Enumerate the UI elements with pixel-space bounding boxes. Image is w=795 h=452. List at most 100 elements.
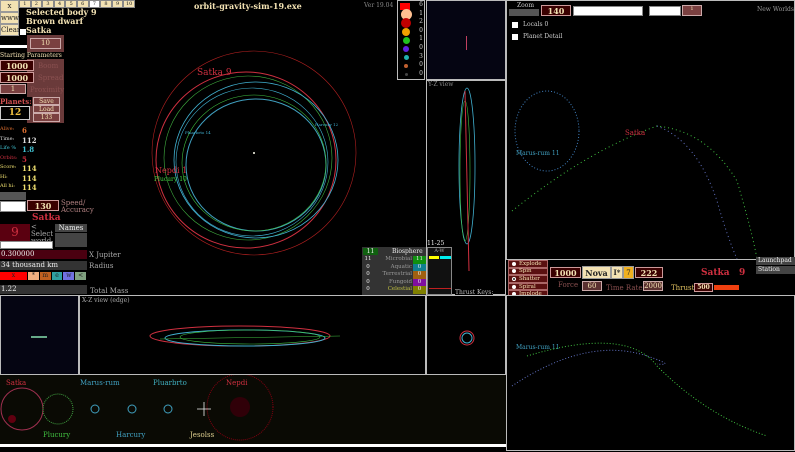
legend-row: 0 — [398, 70, 424, 79]
biosphere-panel: 11 Biosphere 11 Microbial 11 0 Aquatic 0 0 Terr… — [362, 247, 426, 295]
mini-view-left[interactable] — [0, 295, 79, 375]
proximity-field[interactable]: 1 — [0, 84, 26, 94]
mini-view-right[interactable] — [426, 295, 506, 375]
biosphere-row: 0 Fungoid 0 — [362, 278, 426, 287]
xz-view[interactable]: X-Z view (edge) — [79, 295, 426, 375]
bio-label: Terrestrial — [382, 271, 412, 278]
mini-view[interactable] — [426, 0, 506, 80]
stat-value: 114 — [22, 164, 37, 173]
radius-field[interactable]: 34 thousand km — [0, 261, 87, 270]
stat-label: Hi: — [0, 173, 8, 180]
speed-radio-group[interactable] — [0, 192, 26, 200]
planet-pluarbrto — [163, 404, 173, 414]
clear-button[interactable]: Clear — [0, 24, 20, 36]
color-button[interactable]: x — [0, 272, 27, 280]
bio-label: Fungoid — [388, 278, 412, 285]
planet-satka — [0, 387, 44, 431]
i-star-button[interactable]: I* — [611, 266, 623, 279]
spread-field[interactable]: 1000 — [0, 72, 34, 83]
save-button[interactable]: Save — [33, 97, 60, 105]
legend-count: 0 — [419, 44, 423, 51]
star — [253, 152, 255, 154]
stat-label: Orbits: — [0, 154, 18, 161]
body-name: Satka — [701, 268, 730, 278]
bio-value: 0 — [413, 286, 426, 294]
num-222-field[interactable]: 222 — [635, 267, 663, 278]
color-buttons: x * m e w < — [0, 272, 87, 280]
color-button[interactable]: w — [63, 272, 75, 280]
radio-icon — [512, 276, 516, 281]
orbit — [163, 75, 333, 241]
radio-icon — [512, 261, 516, 266]
top-value-field[interactable]: 10 — [30, 38, 61, 49]
orbit — [155, 71, 337, 249]
bio-label: Microbial — [385, 256, 412, 262]
planet-strip: Satka Plucury Marus-rum Harcury Pluarbrt… — [0, 375, 506, 447]
bio-value: 0 — [413, 263, 426, 272]
color-button[interactable]: m — [39, 272, 51, 280]
station-button[interactable]: Station — [756, 266, 795, 274]
trajectory-view[interactable]: Marus-rum 11 — [506, 295, 795, 451]
orbit — [181, 94, 327, 232]
bio-value: 11 — [413, 256, 426, 264]
mode-spiral[interactable]: Spiral — [508, 282, 548, 291]
stat-value: 1.8 — [22, 145, 35, 154]
mode-explode[interactable]: Explode — [508, 260, 548, 268]
time-field[interactable]: 60 — [582, 281, 602, 291]
force-field[interactable]: 1000 — [550, 267, 581, 278]
planet-label: Nepdi — [226, 379, 248, 387]
thrust-field[interactable]: 500 — [694, 283, 713, 292]
force-label: Force — [558, 281, 579, 289]
stat-row: Score: 114 — [0, 164, 60, 174]
time2-field[interactable]: 2000 — [643, 281, 663, 291]
mode-spin[interactable]: Spin — [508, 267, 548, 276]
biosphere-rows: 11 Microbial 11 0 Aquatic 0 0 Terrestrial 0 0 Fung… — [362, 256, 426, 294]
trajectory — [511, 349, 666, 387]
bio-count: 0 — [366, 278, 370, 285]
mode-shatter[interactable]: Shatter — [508, 275, 548, 283]
load-button[interactable]: Load — [33, 105, 60, 113]
local-view[interactable]: Zoom 140 1 New Worlds Locals 0 Planet De… — [506, 0, 795, 260]
seed-field[interactable]: 133 — [33, 113, 60, 122]
speed-field[interactable]: 130 — [27, 200, 59, 211]
mass-field[interactable]: 0.300000 — [0, 250, 87, 259]
legend-count: 2 — [419, 18, 423, 26]
mode-radio-group: ExplodeSpinShatterSpiralImplode — [508, 260, 548, 298]
body-type-dot-icon — [404, 64, 408, 69]
local-body-label: Satka — [625, 129, 646, 137]
stat-value: 112 — [22, 135, 37, 145]
planets-count[interactable]: 12 — [0, 106, 30, 120]
boom-field[interactable]: 1000 — [0, 60, 34, 71]
legend-count: 0 — [419, 69, 423, 77]
color-button[interactable]: * — [28, 272, 39, 280]
legend-count: 6 — [419, 1, 423, 8]
bio-count: 0 — [366, 286, 370, 293]
close-button[interactable]: x — [0, 0, 19, 12]
color-button[interactable]: e — [51, 272, 63, 280]
bio-count: 0 — [366, 263, 370, 270]
orbit — [175, 87, 329, 237]
world-scrollbar[interactable] — [0, 241, 53, 249]
speed-scrollbar[interactable] — [0, 201, 26, 212]
bio-value: 0 — [413, 278, 426, 287]
www-button[interactable]: www — [0, 12, 19, 24]
launchpad-button[interactable]: Launchpad — [756, 257, 795, 265]
seven-button[interactable]: 7 — [623, 266, 634, 279]
planet-label: Plucury — [43, 431, 71, 439]
nova-button[interactable]: Nova — [582, 266, 611, 279]
legend-count: 3 — [419, 52, 423, 60]
main-orbit-view[interactable] — [80, 0, 398, 295]
stat-label: Time: — [0, 135, 15, 142]
mode-label: Explode — [519, 260, 542, 267]
legend-count: 1 — [419, 9, 423, 17]
orbit-trace — [466, 36, 467, 50]
stat-value: 6 — [22, 126, 27, 135]
radio-icon — [512, 284, 516, 289]
mode-label: Spin — [519, 268, 532, 275]
stat-value: 114 — [22, 173, 37, 183]
aw-panel: A-W — [427, 247, 452, 295]
orbit — [461, 332, 473, 344]
local-body-label: Marus-rum 11 — [516, 150, 560, 157]
body-type-dot-icon — [403, 46, 409, 52]
selected-checkbox[interactable] — [20, 29, 26, 35]
